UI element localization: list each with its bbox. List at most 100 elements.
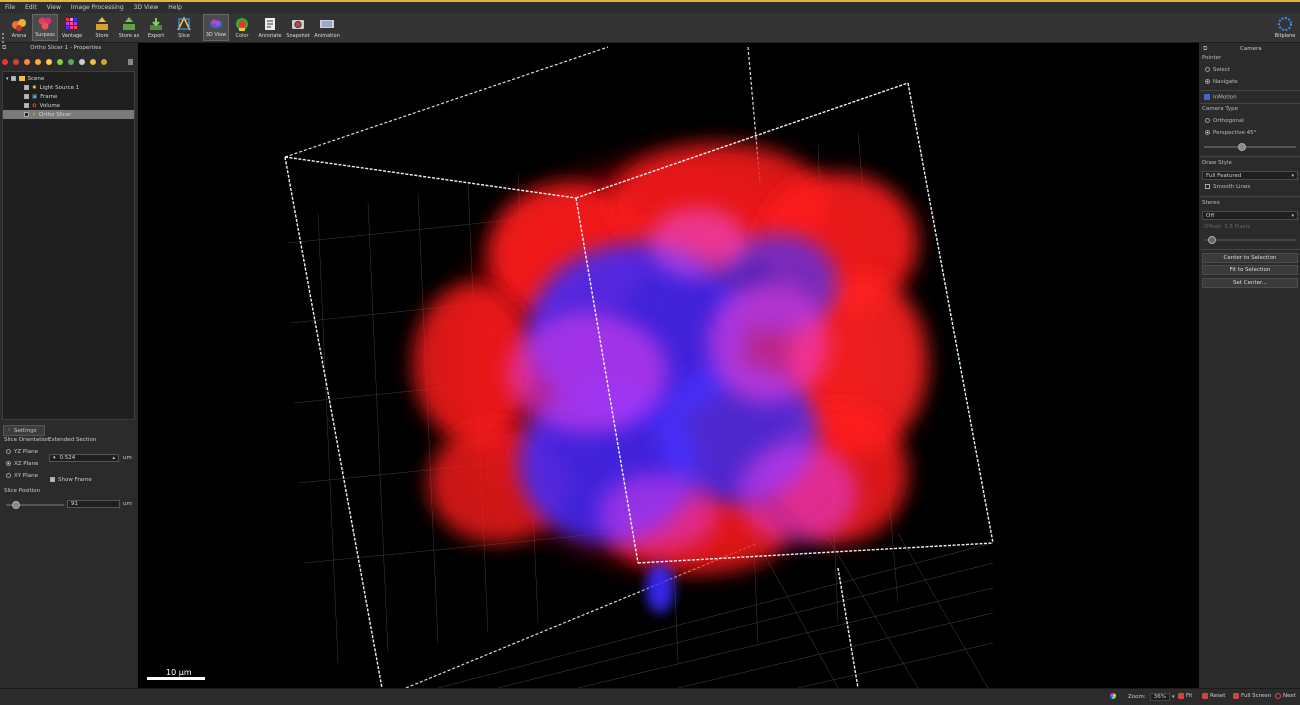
annotate-button[interactable]: Annotate [257, 14, 283, 41]
divider [1200, 249, 1300, 250]
settings-icon: ⚡ [7, 427, 11, 434]
slice-position-input[interactable]: 91 [67, 500, 120, 508]
slice-position-label: Slice Position [4, 488, 41, 494]
smooth-lines-checkbox[interactable]: Smooth Lines [1205, 184, 1250, 190]
xy-plane-radio[interactable]: XY Plane [6, 473, 38, 479]
store-as-button[interactable]: Store as [116, 14, 142, 41]
settings-tab-label: Settings [13, 427, 37, 434]
divider [1200, 156, 1300, 157]
xz-plane-radio[interactable]: XZ Plane [6, 461, 38, 467]
ortho-slicer-checkbox[interactable] [24, 112, 29, 117]
yz-plane-radio-dot [6, 449, 11, 454]
show-frame-label: Show Frame [58, 477, 92, 483]
collapse-icon[interactable]: ▾ [6, 76, 9, 82]
frame-checkbox[interactable] [24, 94, 29, 99]
arena-button[interactable]: Arena [6, 14, 32, 41]
pointer-navigate-radio[interactable]: Navigate [1205, 79, 1238, 85]
light-source-checkbox[interactable] [24, 85, 29, 90]
yz-plane-radio[interactable]: YZ Plane [6, 449, 38, 455]
perspective-knob[interactable] [1237, 143, 1246, 151]
tree-item-frame[interactable]: ▣ Frame [24, 92, 57, 101]
add-frame-icon[interactable] [90, 59, 96, 65]
zoom-control[interactable]: Zoom: 36% ▾ [1128, 693, 1174, 701]
fit-button[interactable]: Fit [1178, 693, 1192, 699]
orthogonal-radio[interactable]: Orthogonal [1205, 118, 1244, 124]
slice-icon [177, 16, 191, 31]
tree-item-light-source[interactable]: ✸ Light Source 1 [24, 83, 79, 92]
add-group-icon[interactable] [101, 59, 107, 65]
add-filaments-icon[interactable] [35, 59, 41, 65]
add-spots-icon[interactable] [2, 59, 8, 65]
add-measurement-icon[interactable] [57, 59, 63, 65]
yz-plane-label: YZ Plane [14, 449, 38, 455]
menu-edit[interactable]: Edit [20, 4, 42, 11]
scene-checkbox[interactable] [10, 76, 16, 81]
store-icon [96, 17, 108, 30]
pointer-navigate-label: Navigate [1213, 79, 1238, 85]
menu-view[interactable]: View [42, 4, 66, 11]
menu-file[interactable]: File [0, 4, 20, 11]
snapshot-icon [292, 20, 304, 29]
snapshot-button[interactable]: Snapshot [285, 14, 311, 41]
full-screen-button[interactable]: Full Screen [1233, 693, 1271, 699]
draw-style-select[interactable]: Full Featured ▾ [1202, 171, 1298, 180]
xz-plane-label: XZ Plane [14, 461, 39, 467]
stepper-icon[interactable]: ▾ [53, 455, 56, 461]
stereo-select[interactable]: Off ▾ [1202, 211, 1298, 220]
tree-item-scene[interactable]: ▾ Scene [6, 74, 44, 83]
extended-section-input[interactable]: ▾ 0.524 ▴ [49, 454, 119, 462]
zoom-value[interactable]: 36% [1149, 693, 1170, 701]
smooth-lines-check [1205, 184, 1210, 189]
undock-icon[interactable]: ⧉ [2, 44, 6, 52]
add-points-icon[interactable] [46, 59, 52, 65]
camera-undock-icon[interactable]: ⧉ [1203, 45, 1207, 53]
next-button[interactable]: Next [1275, 693, 1296, 699]
export-label: Export [147, 33, 165, 39]
perspective-radio[interactable]: Perspective 45° [1205, 130, 1256, 136]
delete-icon[interactable] [128, 59, 133, 65]
vantage-button[interactable]: Vantage [59, 14, 85, 41]
3d-viewport[interactable]: 10 µm [138, 43, 1199, 688]
slice-position-knob[interactable] [11, 501, 20, 509]
scale-bar-label: 10 µm [166, 668, 192, 677]
show-frame-checkbox[interactable]: Show Frame [50, 477, 92, 483]
menu-3d-view[interactable]: 3D View [129, 4, 164, 11]
volume-render[interactable]: 10 µm [138, 43, 1199, 688]
perspective-slider[interactable] [1204, 146, 1296, 148]
xz-plane-radio-dot [6, 461, 11, 466]
tree-item-volume[interactable]: ✿ Volume [24, 101, 60, 110]
tree-item-ortho-slicer[interactable]: ⚡ Ortho Slicer [3, 110, 134, 119]
add-clipping-icon[interactable] [68, 59, 74, 65]
add-light-icon[interactable] [79, 59, 85, 65]
stereo-offset-knob[interactable] [1208, 236, 1216, 244]
chevron-down-icon[interactable]: ▾ [1172, 694, 1175, 700]
center-to-selection-button[interactable]: Center to Selection [1202, 253, 1298, 263]
spin-icon[interactable]: ▴ [112, 455, 115, 461]
xy-plane-radio-dot [6, 473, 11, 478]
inmotion-toggle[interactable]: InMotion [1204, 94, 1237, 101]
frame-label: Frame [40, 93, 58, 100]
slice-button[interactable]: Slice [171, 14, 197, 41]
tab-settings[interactable]: ⚡ Settings [3, 425, 45, 436]
export-button[interactable]: Export [143, 14, 169, 41]
show-frame-check [50, 477, 55, 482]
bitplane-button[interactable]: Bitplane [1272, 14, 1298, 41]
scene-label: Scene [27, 75, 45, 82]
menu-image-processing[interactable]: Image Processing [66, 4, 129, 11]
surpass-button[interactable]: Surpass [32, 14, 58, 41]
pointer-select-radio[interactable]: Select [1205, 67, 1230, 73]
add-surfaces-icon[interactable] [13, 59, 19, 65]
animation-button[interactable]: Animation [314, 14, 340, 41]
stereo-offset-slider[interactable] [1204, 239, 1296, 241]
store-button[interactable]: Store [89, 14, 115, 41]
reset-button[interactable]: Reset [1202, 693, 1225, 699]
fit-to-selection-button[interactable]: Fit to Selection [1202, 265, 1298, 275]
add-cells-icon[interactable] [24, 59, 30, 65]
color-button[interactable]: Color [229, 14, 255, 41]
set-center-button[interactable]: Set Center... [1202, 278, 1298, 288]
volume-checkbox[interactable] [24, 103, 29, 108]
color-wheel-icon[interactable] [1110, 693, 1118, 699]
main-toolbar: Arena Surpass Vantage Store Store as Exp… [0, 13, 1300, 47]
3d-view-button[interactable]: 3D View [203, 14, 229, 41]
menu-help[interactable]: Help [163, 4, 187, 11]
